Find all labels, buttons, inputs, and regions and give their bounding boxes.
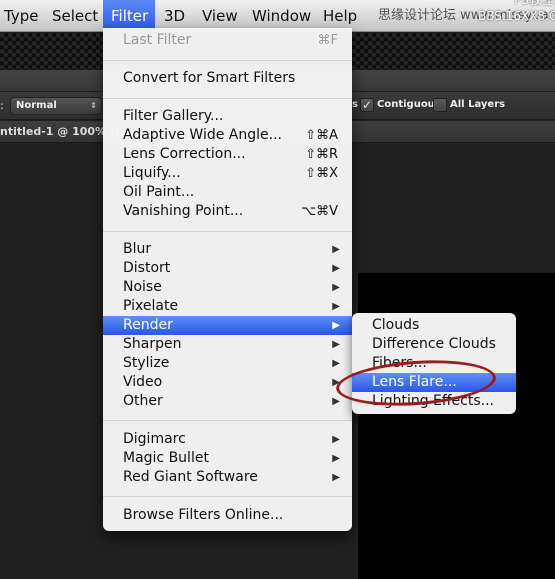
- menu-item-label: Other: [123, 393, 163, 409]
- mode-select[interactable]: Normal ⇕: [10, 97, 102, 115]
- menu-item-label: Clouds: [372, 317, 420, 333]
- watermark-secondary: PS教程论坛 BBS.16XX8.COM: [478, 0, 555, 24]
- menu-item-liquify[interactable]: Liquify... ⇧⌘X: [103, 164, 352, 183]
- submenu-arrow-icon: ▶: [332, 358, 340, 369]
- shortcut-label: ⌘F: [317, 33, 338, 48]
- menu-item-label: Distort: [123, 260, 171, 276]
- menu-item-stylize[interactable]: Stylize ▶: [103, 354, 352, 373]
- menu-item-other[interactable]: Other ▶: [103, 392, 352, 411]
- submenu-arrow-icon: ▶: [332, 244, 340, 255]
- menu-item-label: Difference Clouds: [372, 336, 496, 352]
- menu-item-label: Red Giant Software: [123, 469, 258, 485]
- menu-item-browse-filters-online[interactable]: Browse Filters Online...: [103, 506, 352, 525]
- menu-separator: [103, 231, 352, 232]
- menu-item-label: Render: [123, 317, 173, 333]
- select-arrows-icon: ⇕: [90, 101, 97, 110]
- submenu-arrow-icon: ▶: [332, 320, 340, 331]
- menu-separator: [103, 496, 352, 497]
- submenu-arrow-icon: ▶: [332, 339, 340, 350]
- menu-item-label: Adaptive Wide Angle...: [123, 127, 282, 143]
- menu-item-label: Video: [123, 374, 163, 390]
- menu-separator: [103, 98, 352, 99]
- menu-item-blur[interactable]: Blur ▶: [103, 240, 352, 259]
- menu-item-red-giant-software[interactable]: Red Giant Software ▶: [103, 468, 352, 487]
- contiguous-label: Contiguous: [377, 99, 441, 110]
- submenu-arrow-icon: ▶: [332, 282, 340, 293]
- menu-type[interactable]: Type: [0, 0, 46, 32]
- menu-item-filter-gallery[interactable]: Filter Gallery...: [103, 107, 352, 126]
- menu-item-label: Filter Gallery...: [123, 108, 224, 124]
- menu-item-convert-smart-filters[interactable]: Convert for Smart Filters: [103, 69, 352, 88]
- shortcut-label: ⇧⌘R: [305, 147, 338, 162]
- menu-item-label: Vanishing Point...: [123, 203, 244, 219]
- menu-item-sharpen[interactable]: Sharpen ▶: [103, 335, 352, 354]
- menu-item-label: Blur: [123, 241, 152, 257]
- shortcut-label: ⌥⌘V: [301, 204, 338, 219]
- contiguous-checkbox[interactable]: ✓: [360, 98, 374, 112]
- menu-item-label: Convert for Smart Filters: [123, 70, 296, 86]
- menu-item-noise[interactable]: Noise ▶: [103, 278, 352, 297]
- menu-item-label: Pixelate: [123, 298, 179, 314]
- shortcut-label: ⇧⌘A: [305, 128, 338, 143]
- menu-item-label: Lens Correction...: [123, 146, 246, 162]
- all-layers-label: All Layers: [450, 99, 506, 110]
- menu-item-label: Magic Bullet: [123, 450, 209, 466]
- menu-item-label: Stylize: [123, 355, 170, 371]
- mode-label: :: [0, 99, 4, 112]
- menu-item-oil-paint[interactable]: Oil Paint...: [103, 183, 352, 202]
- menu-item-video[interactable]: Video ▶: [103, 373, 352, 392]
- shortcut-label: ⇧⌘X: [305, 166, 338, 181]
- menu-item-last-filter: Last Filter ⌘F: [103, 31, 352, 50]
- checkmark-icon: ✓: [361, 98, 373, 112]
- menu-item-distort[interactable]: Distort ▶: [103, 259, 352, 278]
- watermark-line1: PS教程论坛: [514, 0, 555, 7]
- all-layers-checkbox[interactable]: [433, 98, 447, 112]
- menu-item-label: Noise: [123, 279, 162, 295]
- menu-item-vanishing-point[interactable]: Vanishing Point... ⌥⌘V: [103, 202, 352, 221]
- watermark-line2: BBS.16XX8.COM: [478, 9, 555, 23]
- menu-separator: [103, 60, 352, 61]
- menu-item-label: Browse Filters Online...: [123, 507, 284, 523]
- menu-item-label: Liquify...: [123, 165, 181, 181]
- submenu-arrow-icon: ▶: [332, 453, 340, 464]
- submenu-arrow-icon: ▶: [332, 301, 340, 312]
- menu-select[interactable]: Select: [44, 0, 106, 32]
- menu-item-lens-correction[interactable]: Lens Correction... ⇧⌘R: [103, 145, 352, 164]
- menu-item-label: Oil Paint...: [123, 184, 195, 200]
- menu-item-label: Last Filter: [123, 32, 192, 48]
- menu-item-digimarc[interactable]: Digimarc ▶: [103, 430, 352, 449]
- filter-menu: Last Filter ⌘F Convert for Smart Filters…: [103, 28, 352, 531]
- menu-item-label: Digimarc: [123, 431, 186, 447]
- menu-item-adaptive-wide-angle[interactable]: Adaptive Wide Angle... ⇧⌘A: [103, 126, 352, 145]
- menu-item-magic-bullet[interactable]: Magic Bullet ▶: [103, 449, 352, 468]
- submenu-arrow-icon: ▶: [332, 263, 340, 274]
- menu-item-pixelate[interactable]: Pixelate ▶: [103, 297, 352, 316]
- anti-alias-label: s: [352, 99, 358, 110]
- submenu-item-clouds[interactable]: Clouds: [352, 316, 516, 335]
- watermark: 思缘设计论坛 www.missyuan.com PS教程论坛 BBS.16XX8…: [378, 0, 555, 32]
- menu-separator: [103, 420, 352, 421]
- submenu-item-difference-clouds[interactable]: Difference Clouds: [352, 335, 516, 354]
- submenu-arrow-icon: ▶: [332, 434, 340, 445]
- submenu-arrow-icon: ▶: [332, 472, 340, 483]
- menu-item-render[interactable]: Render ▶: [103, 316, 352, 335]
- submenu-arrow-icon: ▶: [332, 396, 340, 407]
- mode-value: Normal: [16, 100, 57, 111]
- menu-item-label: Sharpen: [123, 336, 182, 352]
